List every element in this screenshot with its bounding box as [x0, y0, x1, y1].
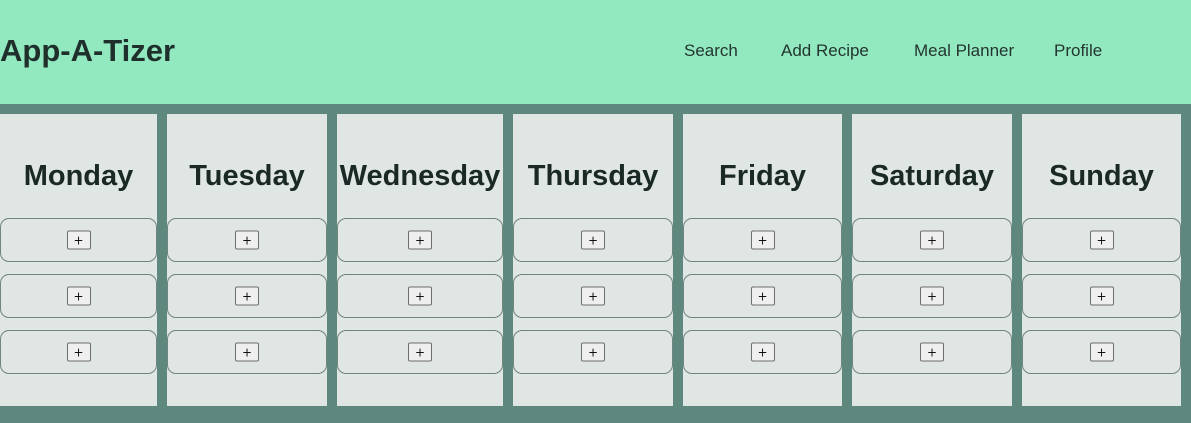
- add-meal-button[interactable]: +: [408, 286, 432, 306]
- add-meal-button[interactable]: +: [235, 230, 259, 250]
- add-meal-button[interactable]: +: [66, 342, 91, 362]
- add-meal-button[interactable]: +: [750, 286, 775, 306]
- add-meal-button[interactable]: +: [750, 342, 775, 362]
- meal-slot: +: [1022, 274, 1181, 318]
- meal-slot: +: [337, 274, 503, 318]
- add-meal-button[interactable]: +: [920, 230, 944, 250]
- add-meal-button[interactable]: +: [1089, 286, 1114, 306]
- add-meal-button[interactable]: +: [66, 230, 91, 250]
- meal-slot: +: [0, 274, 157, 318]
- add-meal-button[interactable]: +: [1089, 342, 1114, 362]
- add-meal-button[interactable]: +: [1089, 230, 1114, 250]
- meal-slot: +: [0, 330, 157, 374]
- add-meal-button[interactable]: +: [920, 286, 944, 306]
- meal-slot: +: [513, 330, 673, 374]
- add-meal-button[interactable]: +: [750, 230, 775, 250]
- meal-slot: +: [513, 218, 673, 262]
- nav-add-recipe-link[interactable]: Add Recipe: [781, 41, 869, 61]
- day-heading: Tuesday: [189, 160, 305, 192]
- meal-slot: +: [337, 330, 503, 374]
- add-meal-button[interactable]: +: [581, 342, 605, 362]
- day-heading: Wednesday: [339, 160, 501, 192]
- add-meal-button[interactable]: +: [408, 230, 432, 250]
- meal-slot: +: [0, 218, 157, 262]
- meal-slot: +: [513, 274, 673, 318]
- app-title[interactable]: App-A-Tizer: [0, 33, 175, 69]
- add-meal-button[interactable]: +: [581, 230, 605, 250]
- meal-slot: +: [683, 218, 842, 262]
- nav-profile-link[interactable]: Profile: [1054, 41, 1102, 61]
- meal-slot: +: [683, 330, 842, 374]
- day-heading: Sunday: [1049, 160, 1154, 192]
- meal-slot: +: [852, 330, 1012, 374]
- day-heading: Saturday: [869, 160, 995, 192]
- nav-search-link[interactable]: Search: [684, 41, 738, 61]
- meal-slot: +: [683, 274, 842, 318]
- meal-slot: +: [852, 274, 1012, 318]
- add-meal-button[interactable]: +: [581, 286, 605, 306]
- meal-slot: +: [167, 274, 327, 318]
- day-heading: Monday: [23, 160, 134, 192]
- add-meal-button[interactable]: +: [235, 342, 259, 362]
- meal-slot: +: [167, 218, 327, 262]
- meal-slot: +: [167, 330, 327, 374]
- meal-slot: +: [1022, 330, 1181, 374]
- add-meal-button[interactable]: +: [408, 342, 432, 362]
- add-meal-button[interactable]: +: [66, 286, 91, 306]
- nav-meal-planner-link[interactable]: Meal Planner: [914, 41, 1014, 61]
- app-header: App-A-Tizer Search Add Recipe Meal Plann…: [0, 0, 1191, 104]
- day-heading: Thursday: [527, 160, 659, 192]
- meal-slot: +: [337, 218, 503, 262]
- add-meal-button[interactable]: +: [235, 286, 259, 306]
- meal-slot: +: [1022, 218, 1181, 262]
- day-heading: Friday: [718, 160, 807, 192]
- add-meal-button[interactable]: +: [920, 342, 944, 362]
- meal-slot: +: [852, 218, 1012, 262]
